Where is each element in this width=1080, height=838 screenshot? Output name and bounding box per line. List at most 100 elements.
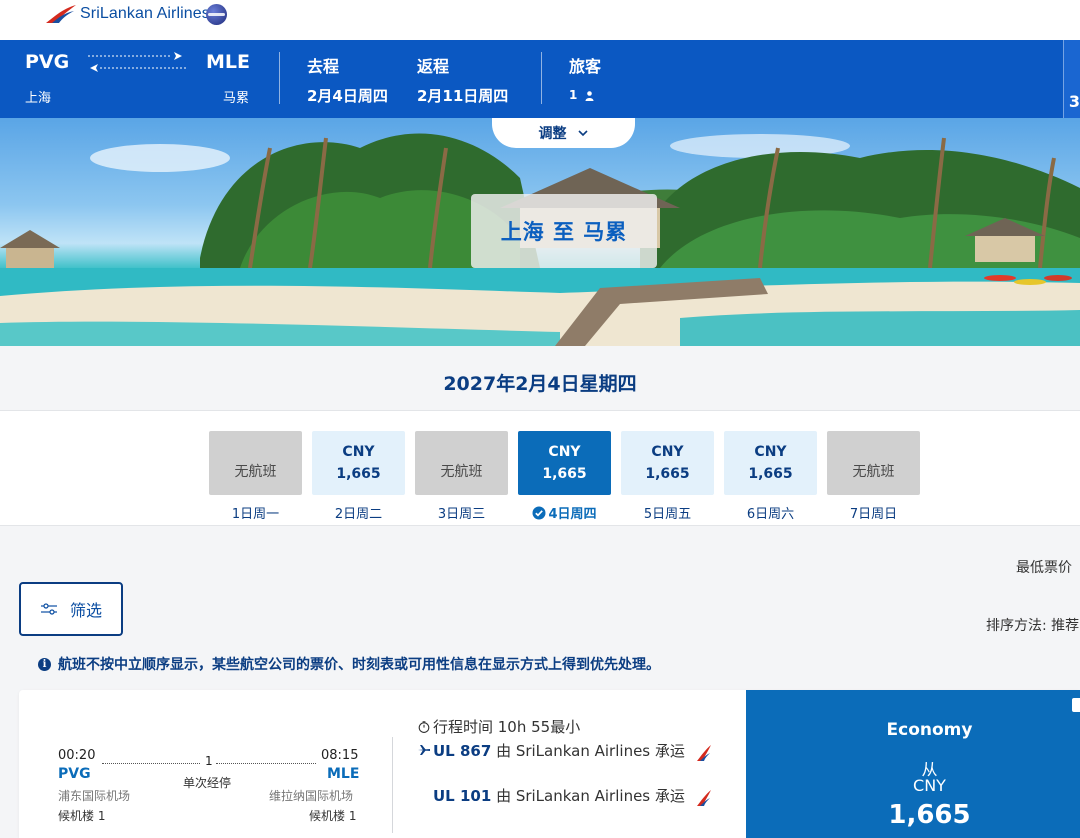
price: 1,665 [748, 466, 793, 482]
flight-number: UL 101 [433, 787, 492, 805]
date-box: CNY 1,665 [621, 431, 714, 495]
info-icon: i [38, 657, 51, 671]
airline-tail-icon [697, 790, 711, 806]
divider [279, 52, 280, 104]
date-box: 无航班 [209, 431, 302, 495]
chevron-down-icon [577, 130, 588, 137]
date-label: 4日周四 [548, 507, 597, 522]
depart-terminal: 候机楼 1 [58, 809, 106, 823]
filter-label: 筛选 [69, 601, 102, 620]
fare-currency: CNY [913, 776, 946, 795]
selected-date-heading: 2027年2月4日星期四 [443, 373, 637, 395]
plane-icon [418, 745, 430, 755]
route-dotline [216, 763, 316, 764]
logo-bar: SriLankan Airlines [0, 0, 1080, 40]
date-option-2[interactable]: CNY 1,665 2日周二 [312, 431, 405, 522]
origin-city: 上海 [25, 91, 52, 106]
depart-time: 00:20 [58, 748, 96, 763]
sort-dropdown[interactable]: 排序方法: 推荐 [986, 615, 1079, 635]
passengers-label: 旅客 [569, 57, 602, 76]
adjust-label: 调整 [538, 126, 567, 142]
divider [541, 52, 542, 104]
peacock-logo-icon [46, 5, 76, 23]
bookmark-icon[interactable] [1072, 698, 1080, 712]
date-label: 6日周六 [746, 507, 795, 522]
date-box: 无航班 [827, 431, 920, 495]
filter-button[interactable]: 筛选 [19, 582, 123, 636]
date-box: CNY 1,665 [312, 431, 405, 495]
brand-logo[interactable]: SriLankan Airlines [44, 3, 210, 25]
carrier-text: 由 SriLankan Airlines 承运 [496, 787, 685, 805]
flight-number: UL 867 [433, 742, 492, 760]
adjust-search-button[interactable]: 调整 [492, 118, 635, 148]
stops-count: 1 [205, 754, 213, 768]
route-dotline [102, 763, 200, 764]
date-box: 无航班 [415, 431, 508, 495]
fare-price: 1,665 [888, 800, 971, 830]
arrive-terminal: 候机楼 1 [309, 809, 357, 823]
arrive-time: 08:15 [321, 748, 359, 763]
currency: CNY [651, 444, 684, 460]
airline-tail-icon [697, 745, 711, 761]
route-arrows-icon [88, 52, 186, 72]
return-label: 返程 [417, 57, 450, 76]
depart-date: 2月4日周四 [307, 87, 388, 105]
date-label: 3日周三 [437, 507, 486, 522]
side-tab-number: 3 [1068, 92, 1080, 111]
route-title: 上海 至 马累 [471, 194, 657, 268]
notice-text: 航班不按中立顺序显示，某些航空公司的票价、时刻表或可用性信息在显示方式上得到优先… [58, 657, 660, 673]
date-box: CNY 1,665 [724, 431, 817, 495]
duration-row: 行程时间 10h 55最小 [418, 716, 580, 737]
carrier-text: 由 SriLankan Airlines 承运 [496, 742, 685, 760]
flight-leg-2[interactable]: UL 101 由 SriLankan Airlines 承运 [433, 787, 695, 805]
oneworld-icon [206, 4, 227, 25]
arrive-airport-code: MLE [327, 766, 360, 782]
origin-code: PVG [25, 51, 70, 73]
date-option-1[interactable]: 无航班 1日周一 [209, 431, 302, 522]
passenger-count-wrap: 1 [569, 88, 594, 102]
depart-label: 去程 [307, 57, 340, 76]
date-option-3[interactable]: 无航班 3日周三 [415, 431, 508, 522]
economy-fare-button[interactable]: Economy 从 CNY 1,665 [746, 690, 1080, 838]
return-date: 2月11日周四 [417, 87, 509, 105]
price: 1,665 [542, 466, 587, 482]
cabin-name: Economy [886, 720, 973, 740]
arrive-airport-name: 维拉纳国际机场 [269, 789, 354, 803]
date-option-4-selected[interactable]: CNY 1,665 4日周四 [518, 431, 611, 522]
lowest-price-toggle[interactable]: 最低票价 [1016, 557, 1072, 577]
person-icon [585, 90, 594, 101]
price: 1,665 [645, 466, 690, 482]
date-box: CNY 1,665 [518, 431, 611, 495]
brand-name: SriLankan Airlines [80, 5, 210, 22]
date-carousel: 无航班 1日周一 CNY 1,665 2日周二 无航班 3日周三 CNY 1,6… [0, 410, 1080, 526]
stopwatch-icon [418, 720, 430, 733]
date-label-wrap: 4日周四 [518, 503, 611, 522]
passenger-count: 1 [569, 88, 578, 102]
date-option-5[interactable]: CNY 1,665 5日周五 [621, 431, 714, 522]
no-flight-text: 无航班 [234, 464, 277, 480]
date-label: 2日周二 [334, 507, 383, 522]
sliders-icon [40, 603, 57, 615]
display-notice: i 航班不按中立顺序显示，某些航空公司的票价、时刻表或可用性信息在显示方式上得到… [38, 654, 660, 674]
stops-text[interactable]: 单次经停 [183, 774, 231, 791]
check-circle-icon [532, 506, 546, 520]
divider [392, 737, 393, 833]
currency: CNY [342, 444, 375, 460]
flight-result-card[interactable]: 00:20 PVG 浦东国际机场 候机楼 1 1 单次经停 08:15 MLE … [19, 690, 1080, 838]
date-label: 5日周五 [643, 507, 692, 522]
no-flight-text: 无航班 [440, 464, 483, 480]
flight-leg-1[interactable]: UL 867 由 SriLankan Airlines 承运 [418, 742, 695, 760]
duration-text: 行程时间 10h 55最小 [433, 718, 581, 736]
no-flight-text: 无航班 [852, 464, 895, 480]
depart-airport-name: 浦东国际机场 [58, 789, 131, 803]
date-label: 1日周一 [231, 507, 280, 522]
price: 1,665 [336, 466, 381, 482]
dest-code: MLE [206, 51, 250, 73]
currency: CNY [548, 444, 581, 460]
trip-summary-bar[interactable]: PVG 上海 MLE 马累 去程 2月4日周四 返程 2月11日周四 旅客 1 … [0, 40, 1080, 118]
date-option-6[interactable]: CNY 1,665 6日周六 [724, 431, 817, 522]
depart-airport-code: PVG [58, 766, 91, 782]
date-label: 7日周日 [849, 507, 898, 522]
dest-city: 马累 [223, 91, 250, 106]
date-option-7[interactable]: 无航班 7日周日 [827, 431, 920, 522]
